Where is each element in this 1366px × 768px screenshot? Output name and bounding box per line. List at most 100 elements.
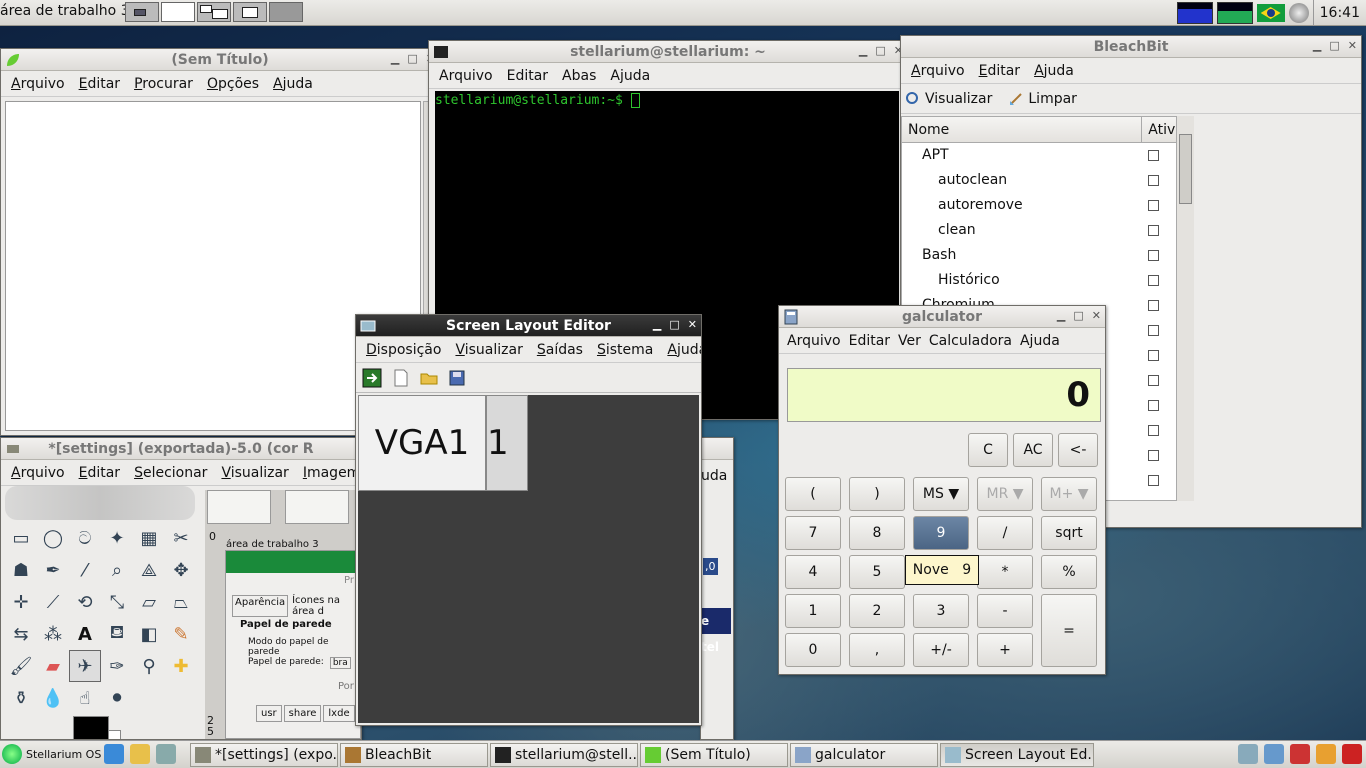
rotate-icon[interactable]: ⟲ <box>69 586 101 618</box>
keys-icon[interactable] <box>1316 744 1336 764</box>
scale-icon[interactable]: ⤡ <box>101 586 133 618</box>
active-checkbox[interactable] <box>1148 375 1159 386</box>
show-desktop-icon[interactable] <box>156 744 176 764</box>
scissors-icon[interactable]: ✂ <box>165 522 197 554</box>
task-bleachbit[interactable]: BleachBit <box>340 743 488 767</box>
cage-icon[interactable]: ⁂ <box>37 618 69 650</box>
memory-store-button[interactable]: MS ▼ <box>913 477 969 511</box>
active-checkbox[interactable] <box>1148 175 1159 186</box>
menu-arquivo[interactable]: Arquivo <box>787 333 841 349</box>
column-name[interactable]: Nome <box>902 117 1143 142</box>
workspace-2[interactable] <box>161 2 195 22</box>
new-document-icon[interactable] <box>392 369 410 387</box>
menu-procurar[interactable]: Procurar <box>134 76 193 92</box>
menu-visualizar[interactable]: Visualizar <box>221 465 288 481</box>
maximize-icon[interactable]: □ <box>669 318 679 331</box>
network-monitor-icon[interactable] <box>1176 2 1213 24</box>
zoom-icon[interactable]: ⌕ <box>101 554 133 586</box>
active-checkbox[interactable] <box>1148 250 1159 261</box>
close-icon[interactable]: ✕ <box>1092 309 1101 322</box>
active-checkbox[interactable] <box>1148 475 1159 486</box>
workspace-pager[interactable] <box>125 2 303 22</box>
active-checkbox[interactable] <box>1148 225 1159 236</box>
plus-button[interactable]: + <box>977 633 1033 667</box>
menu-editar[interactable]: Editar <box>79 76 120 92</box>
digit-7-button[interactable]: 7 <box>785 516 841 550</box>
minimize-icon[interactable]: ▁ <box>391 52 399 65</box>
tree-row[interactable]: clean <box>902 218 1186 243</box>
menu-ajuda[interactable]: Ajuda <box>273 76 313 92</box>
bleachbit-titlebar[interactable]: BleachBit ▁ □ ✕ <box>901 36 1361 58</box>
menu-arquivo[interactable]: Arquivo <box>11 465 65 481</box>
menu-ajuda[interactable]: Ajuda <box>1034 63 1074 79</box>
memory-recall-button[interactable]: MR ▼ <box>977 477 1033 511</box>
tree-row[interactable]: Histórico <box>902 268 1186 293</box>
equals-button[interactable]: = <box>1041 594 1097 667</box>
terminal-titlebar[interactable]: stellarium@stellarium: ~ ▁ □ ✕ <box>429 41 907 63</box>
task-gimp[interactable]: *[settings] (expo... <box>190 743 338 767</box>
firewall-icon[interactable] <box>1290 744 1310 764</box>
menu-editar[interactable]: Editar <box>79 465 120 481</box>
close-icon[interactable]: ✕ <box>688 318 697 331</box>
foreground-color-swatch[interactable] <box>73 716 109 739</box>
browser-launcher-icon[interactable] <box>104 744 124 764</box>
digit-2-button[interactable]: 2 <box>849 594 905 628</box>
active-checkbox[interactable] <box>1148 200 1159 211</box>
minimize-icon[interactable]: ▁ <box>1313 39 1321 52</box>
task-screen-layout-editor[interactable]: Screen Layout Ed... <box>940 743 1094 767</box>
tree-row[interactable]: autoremove <box>902 193 1186 218</box>
percent-button[interactable]: % <box>1041 555 1097 589</box>
close-paren-button[interactable]: ) <box>849 477 905 511</box>
clock[interactable]: 16:41 <box>1312 0 1366 26</box>
minimize-icon[interactable]: ▁ <box>1057 309 1065 322</box>
menu-editar[interactable]: Editar <box>849 333 890 349</box>
paintbrush-icon[interactable]: 🖌 <box>5 650 37 682</box>
menu-calculadora[interactable]: Calculadora <box>929 333 1012 349</box>
menu-visualizar[interactable]: Visualizar <box>455 342 522 358</box>
move-icon[interactable]: ✥ <box>165 554 197 586</box>
blur-icon[interactable]: 💧 <box>37 682 69 714</box>
sign-toggle-button[interactable]: +/- <box>913 633 969 667</box>
bucket-fill-icon[interactable]: ⛾ <box>101 618 133 650</box>
pencil-icon[interactable]: ✎ <box>165 618 197 650</box>
tree-scrollbar[interactable] <box>1176 116 1194 501</box>
smudge-icon[interactable]: ☝ <box>69 682 101 714</box>
minimize-icon[interactable]: ▁ <box>859 44 867 57</box>
preview-button[interactable]: Visualizar <box>905 91 992 107</box>
workspace-3[interactable] <box>197 2 231 22</box>
gimp-image-area[interactable]: 0 2 5 área de trabalho 3 Pr Aparência Íc… <box>205 490 361 739</box>
crop-icon[interactable]: ⟋ <box>37 586 69 618</box>
digit-1-button[interactable]: 1 <box>785 594 841 628</box>
clean-button[interactable]: Limpar <box>1008 91 1077 107</box>
blend-icon[interactable]: ◧ <box>133 618 165 650</box>
memory-add-button[interactable]: M+ ▼ <box>1041 477 1097 511</box>
file-manager-launcher-icon[interactable] <box>130 744 150 764</box>
clone-icon[interactable]: ⚲ <box>133 650 165 682</box>
gimp-titlebar[interactable]: *[settings] (exportada)-5.0 (cor R <box>1 438 361 460</box>
start-menu-button[interactable]: Stellarium OS <box>2 744 101 764</box>
leafpad-titlebar[interactable]: (Sem Título) ▁□✕ <box>1 49 439 71</box>
dodge-burn-icon[interactable]: ⚫ <box>101 682 133 714</box>
sqrt-button[interactable]: sqrt <box>1041 516 1097 550</box>
tree-row[interactable]: Bash <box>902 243 1186 268</box>
clear-button[interactable]: C <box>968 433 1008 467</box>
output-secondary[interactable]: 1 <box>486 395 528 491</box>
layout-canvas[interactable]: VGA1 1 <box>358 395 699 723</box>
menu-sistema[interactable]: Sistema <box>597 342 653 358</box>
network-icon[interactable] <box>1238 744 1258 764</box>
output-vga1[interactable]: VGA1 <box>358 395 486 491</box>
workspace-1[interactable] <box>125 2 159 22</box>
lasso-icon[interactable]: ට <box>69 522 101 554</box>
eraser-icon[interactable]: ▰ <box>37 650 69 682</box>
menu-editar[interactable]: Editar <box>507 68 548 84</box>
measure-icon[interactable]: ⟁ <box>133 554 165 586</box>
keyboard-layout-flag-icon[interactable] <box>1256 4 1285 22</box>
menu-arquivo[interactable]: Arquivo <box>911 63 965 79</box>
task-terminal[interactable]: stellarium@stell... <box>490 743 638 767</box>
active-checkbox[interactable] <box>1148 150 1159 161</box>
open-folder-icon[interactable] <box>420 369 438 387</box>
paths-icon[interactable]: ✒ <box>37 554 69 586</box>
all-clear-button[interactable]: AC <box>1013 433 1053 467</box>
airbrush-icon[interactable]: ✈ <box>69 650 101 682</box>
maximize-icon[interactable]: □ <box>1329 39 1339 52</box>
